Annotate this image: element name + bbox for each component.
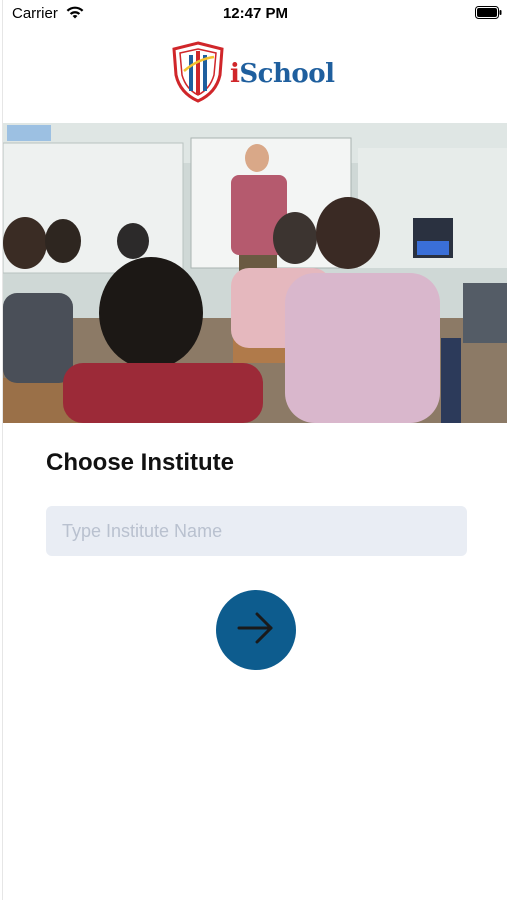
institute-name-input[interactable] <box>46 506 467 556</box>
ischool-logo: iSchool <box>172 40 335 108</box>
arrow-right-icon <box>235 607 277 654</box>
page-title: Choose Institute <box>46 449 235 476</box>
battery-icon <box>475 6 502 19</box>
status-time: 12:47 PM <box>222 5 289 22</box>
hero-classroom-image <box>3 123 507 423</box>
app-screen: Carrier 12:47 PM iSchool Choose Institut… <box>2 0 507 900</box>
status-bar: Carrier 12:47 PM <box>3 0 507 28</box>
institute-search-field[interactable] <box>46 506 467 556</box>
logo-wordmark: iSchool <box>230 59 335 89</box>
submit-button[interactable] <box>216 590 296 670</box>
shield-icon <box>172 40 224 108</box>
